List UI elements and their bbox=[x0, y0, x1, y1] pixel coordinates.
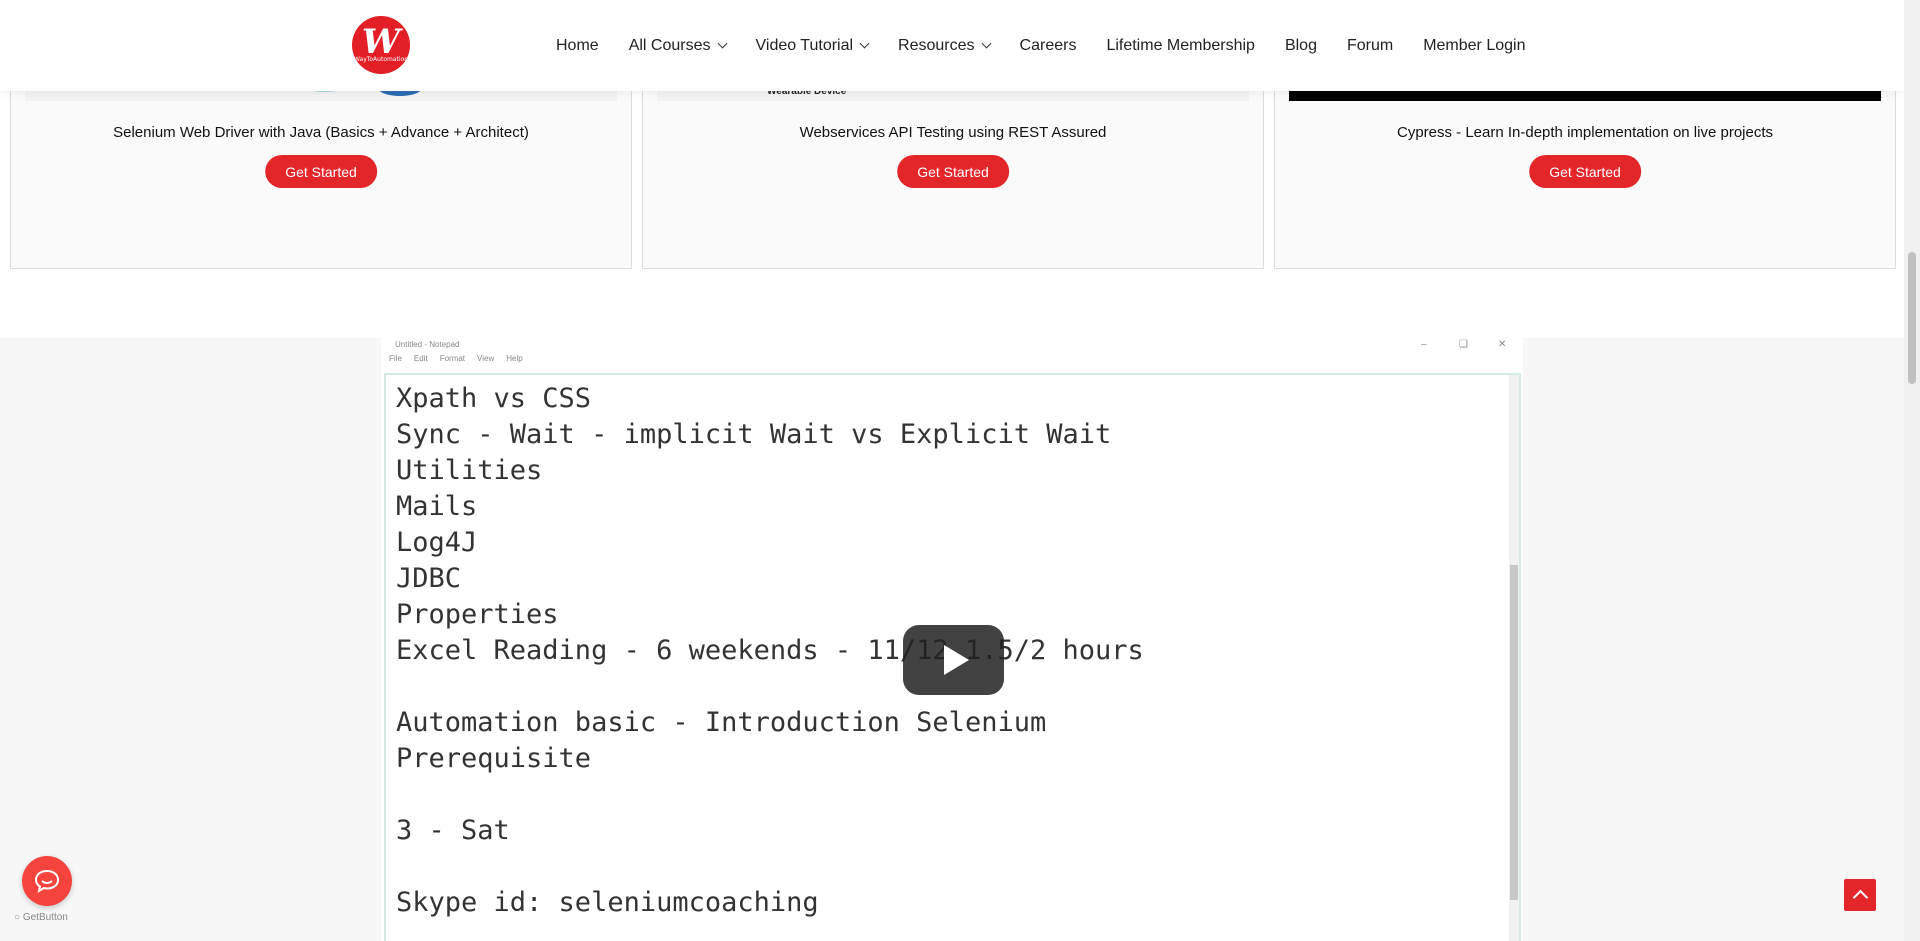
nav-item-member-login[interactable]: Member Login bbox=[1423, 37, 1525, 55]
minimize-icon: – bbox=[1421, 339, 1427, 350]
nav-item-label: Careers bbox=[1019, 36, 1077, 54]
nav-item-home[interactable]: Home bbox=[556, 37, 599, 55]
notepad-line: JDBC bbox=[396, 563, 462, 594]
notepad-line: 3 - Sat bbox=[396, 815, 510, 846]
notepad-line: Log4J bbox=[396, 527, 478, 558]
course-title: Webservices API Testing using REST Assur… bbox=[799, 124, 1107, 141]
main-nav: Home All Courses Video Tutorial Resources Ca… bbox=[556, 0, 1555, 91]
chevron-down-icon bbox=[981, 38, 991, 49]
chat-bubble-icon bbox=[34, 869, 60, 893]
course-title: Selenium Web Driver with Java (Basics + … bbox=[113, 124, 529, 141]
scroll-to-top-button[interactable] bbox=[1844, 879, 1876, 911]
get-started-button[interactable]: Get Started bbox=[897, 155, 1009, 188]
getbutton-credit[interactable]: ○ GetButton bbox=[14, 912, 68, 923]
logo-letter: W bbox=[361, 22, 401, 62]
notepad-line: Excel Reading - 6 weekends - 11/12 1.5/2… bbox=[396, 635, 1144, 666]
notepad-line bbox=[396, 777, 1144, 813]
notepad-line bbox=[396, 849, 1144, 885]
notepad-titlebar: Untitled - Notepad – ❏ ✕ bbox=[381, 338, 1523, 352]
nav-item-label: Home bbox=[556, 36, 599, 54]
page: W WayToAutomation Home All Courses Video T… bbox=[0, 0, 1920, 941]
notepad-menu-item: Format bbox=[439, 354, 466, 363]
notepad-line: Mails bbox=[396, 491, 478, 522]
nav-item-blog[interactable]: Blog bbox=[1285, 37, 1317, 55]
notepad-line: Properties bbox=[396, 599, 559, 630]
notepad-menu-item: Help bbox=[506, 354, 523, 363]
notepad-scrollbar bbox=[1509, 375, 1519, 941]
course-card-cypress: Cypress - Learn In-depth implementation … bbox=[1274, 81, 1896, 269]
nav-item-label: Lifetime Membership bbox=[1106, 36, 1255, 54]
nav-item-label: Blog bbox=[1284, 36, 1317, 54]
notepad-line: Automation basic - Introduction Selenium bbox=[396, 707, 1047, 738]
notepad-scroll-thumb bbox=[1510, 565, 1518, 900]
embedded-video[interactable]: Untitled - Notepad – ❏ ✕ File Edit Format V… bbox=[381, 338, 1523, 941]
notepad-text: Xpath vs CSS Sync - Wait - implicit Wait … bbox=[396, 381, 1144, 921]
nav-item-label: All Courses bbox=[628, 36, 711, 54]
chat-widget-button[interactable] bbox=[22, 856, 72, 906]
notepad-menu-item: File bbox=[389, 354, 402, 363]
site-logo[interactable]: W WayToAutomation bbox=[352, 16, 410, 74]
nav-item-careers[interactable]: Careers bbox=[1020, 37, 1077, 55]
course-card-selenium: Selenium Web Driver with Java (Basics + … bbox=[10, 81, 632, 269]
nav-item-all-courses[interactable]: All Courses bbox=[628, 36, 727, 55]
nav-item-label: Forum bbox=[1346, 36, 1394, 54]
chevron-up-icon bbox=[1852, 889, 1868, 906]
notepad-title: Untitled - Notepad bbox=[395, 340, 460, 349]
course-title: Cypress - Learn In-depth implementation … bbox=[1396, 124, 1774, 141]
notepad-line: Utilities bbox=[396, 455, 543, 486]
restore-icon: ❏ bbox=[1459, 339, 1468, 350]
site-header: W WayToAutomation Home All Courses Video T… bbox=[0, 0, 1904, 91]
notepad-line: Skype id: seleniumcoaching bbox=[396, 887, 819, 918]
close-icon: ✕ bbox=[1498, 339, 1507, 350]
course-card-rest-assured: Wearable Device Webservices API Testing … bbox=[642, 81, 1264, 269]
get-started-button[interactable]: Get Started bbox=[265, 155, 377, 188]
nav-item-forum[interactable]: Forum bbox=[1347, 37, 1393, 55]
notepad-line: Sync - Wait - implicit Wait vs Explicit … bbox=[396, 419, 1112, 450]
nav-item-video-tutorial[interactable]: Video Tutorial bbox=[755, 36, 870, 55]
video-section: Untitled - Notepad – ❏ ✕ File Edit Format V… bbox=[0, 338, 1904, 941]
logo-subtext: WayToAutomation bbox=[353, 56, 409, 63]
nav-item-label: Resources bbox=[898, 36, 975, 54]
nav-item-label: Member Login bbox=[1423, 36, 1526, 54]
play-icon bbox=[943, 645, 969, 675]
chevron-down-icon bbox=[859, 38, 870, 49]
getbutton-label: GetButton bbox=[22, 912, 68, 923]
notepad-line: Prerequisite bbox=[396, 743, 592, 774]
notepad-menubar: File Edit Format View Help bbox=[389, 354, 535, 363]
notepad-menu-item: Edit bbox=[413, 354, 428, 363]
nav-item-resources[interactable]: Resources bbox=[898, 36, 991, 55]
play-button[interactable] bbox=[903, 625, 1004, 695]
chevron-down-icon bbox=[717, 38, 727, 49]
getbutton-icon: ○ bbox=[14, 912, 21, 923]
get-started-button[interactable]: Get Started bbox=[1529, 155, 1641, 188]
page-scroll-thumb[interactable] bbox=[1908, 252, 1916, 384]
page-scrollbar[interactable] bbox=[1904, 0, 1920, 941]
nav-item-label: Video Tutorial bbox=[755, 36, 854, 54]
notepad-line bbox=[396, 669, 1144, 705]
nav-item-lifetime-membership[interactable]: Lifetime Membership bbox=[1106, 37, 1255, 55]
notepad-menu-item: View bbox=[477, 354, 495, 363]
notepad-line: Xpath vs CSS bbox=[396, 383, 592, 414]
course-cards-section: Selenium Web Driver with Java (Basics + … bbox=[0, 81, 1904, 431]
